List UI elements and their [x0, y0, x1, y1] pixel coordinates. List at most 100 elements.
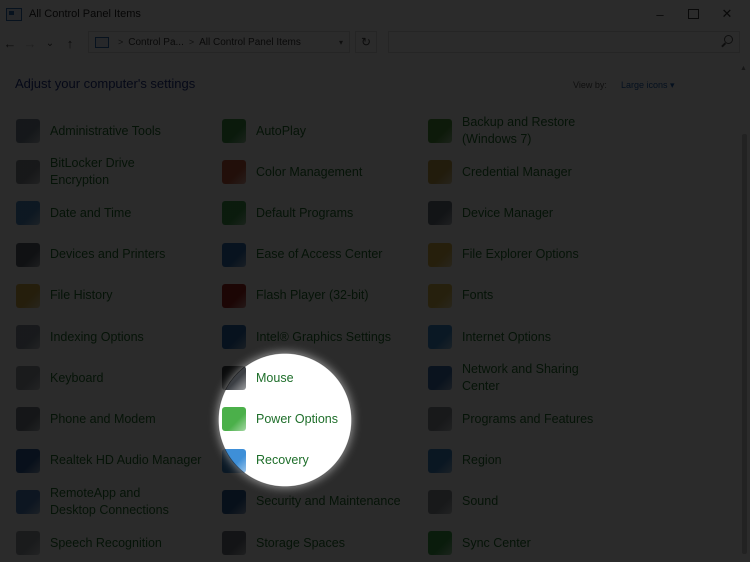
main-content: Adjust your computer's settings View by:…: [0, 62, 750, 562]
sync-center-icon: [428, 531, 452, 555]
control-panel-item[interactable]: Speech Recognition: [16, 526, 162, 560]
intel-graphics-icon: [222, 325, 246, 349]
up-button[interactable]: ↑: [60, 32, 80, 54]
back-button[interactable]: ←: [0, 32, 20, 54]
control-panel-item-label: Indexing Options: [50, 329, 144, 344]
control-panel-item[interactable]: File Explorer Options: [428, 238, 579, 272]
control-panel-item[interactable]: Device Manager: [428, 196, 553, 230]
device-manager-icon: [428, 201, 452, 226]
control-panel-item[interactable]: Sync Center: [428, 526, 531, 560]
control-panel-item-label: Programs and Features: [462, 411, 594, 426]
control-panel-item[interactable]: Backup and Restore (Windows 7): [428, 114, 592, 148]
control-panel-item-label: Color Management: [256, 164, 363, 179]
control-panel-item[interactable]: Ease of Access Center: [222, 238, 382, 272]
control-panel-item[interactable]: Administrative Tools: [16, 114, 161, 148]
address-dropdown-icon[interactable]: ▾: [339, 38, 343, 47]
power-options-icon: [222, 407, 246, 432]
breadcrumb-control-panel[interactable]: Control Pa...: [128, 37, 184, 48]
mouse-icon: [222, 366, 246, 391]
control-panel-item-label: Credential Manager: [462, 164, 572, 179]
title-bar: All Control Panel Items – ✕: [0, 0, 750, 28]
minimize-button[interactable]: –: [643, 0, 677, 28]
control-panel-item[interactable]: Phone and Modem: [16, 402, 156, 436]
recovery-icon: [222, 448, 246, 473]
control-panel-item[interactable]: Internet Options: [428, 320, 551, 354]
indexing-options-icon: [16, 325, 40, 349]
ease-of-access-icon: [222, 242, 246, 267]
view-by-dropdown[interactable]: Large icons: [621, 80, 675, 91]
control-panel-item[interactable]: Programs and Features: [428, 402, 593, 436]
control-panel-item[interactable]: Color Management: [222, 155, 362, 189]
control-panel-item[interactable]: Network and Sharing Center: [428, 361, 592, 395]
control-panel-item-label: Power Options: [256, 411, 338, 426]
control-panel-item[interactable]: Keyboard: [16, 361, 104, 395]
vertical-scrollbar[interactable]: ▲: [738, 62, 750, 562]
search-input[interactable]: [388, 31, 740, 53]
control-panel-item[interactable]: Region: [428, 444, 502, 478]
recent-locations-button[interactable]: ⌄: [40, 32, 60, 54]
control-panel-item[interactable]: Credential Manager: [428, 155, 572, 189]
control-panel-item[interactable]: Mouse: [222, 361, 294, 395]
control-panel-item[interactable]: RemoteApp and Desktop Connections: [16, 485, 180, 519]
control-panel-item[interactable]: Sound: [428, 485, 498, 519]
scrollbar-thumb[interactable]: [742, 134, 747, 554]
control-panel-item-label: RemoteApp and Desktop Connections: [50, 485, 169, 517]
remoteapp-icon: [16, 489, 40, 514]
security-maintenance-icon: [222, 489, 246, 514]
storage-spaces-icon: [222, 531, 246, 555]
control-panel-item[interactable]: Storage Spaces: [222, 526, 345, 560]
control-panel-item-label: Security and Maintenance: [256, 494, 401, 509]
control-panel-item-label: Ease of Access Center: [256, 247, 383, 262]
view-by-label: View by:: [573, 80, 607, 90]
region-icon: [428, 448, 452, 473]
devices-printers-icon: [16, 242, 40, 267]
control-panel-item[interactable]: BitLocker Drive Encryption: [16, 155, 180, 189]
forward-button[interactable]: →: [20, 32, 40, 54]
internet-options-icon: [428, 325, 452, 349]
breadcrumb-separator: >: [188, 37, 195, 47]
control-panel-item[interactable]: Recovery: [222, 444, 309, 478]
control-panel-item[interactable]: File History: [16, 279, 113, 313]
maximize-button[interactable]: [676, 0, 710, 28]
control-panel-item[interactable]: Power Options: [222, 402, 338, 436]
search-icon: [724, 35, 733, 44]
keyboard-icon: [16, 366, 40, 391]
control-panel-item[interactable]: AutoPlay: [222, 114, 306, 148]
control-panel-item[interactable]: Devices and Printers: [16, 238, 165, 272]
flash-player-icon: [222, 283, 246, 308]
refresh-button[interactable]: ↻: [355, 31, 377, 53]
control-panel-item[interactable]: Intel® Graphics Settings: [222, 320, 391, 354]
color-management-icon: [222, 160, 246, 185]
control-panel-item[interactable]: Indexing Options: [16, 320, 144, 354]
breadcrumb-all-items[interactable]: All Control Panel Items: [199, 37, 301, 48]
control-panel-item-label: Mouse: [256, 370, 294, 385]
navigation-bar: ← → ⌄ ↑ > Control Pa... > All Control Pa…: [0, 30, 750, 56]
close-button[interactable]: ✕: [710, 0, 744, 28]
control-panel-item-label: Date and Time: [50, 205, 132, 220]
control-panel-item-label: Network and Sharing Center: [462, 362, 579, 394]
address-bar[interactable]: > Control Pa... > All Control Panel Item…: [88, 31, 350, 53]
window-title: All Control Panel Items: [29, 8, 141, 20]
network-sharing-icon: [428, 366, 452, 391]
control-panel-item-label: Devices and Printers: [50, 247, 166, 262]
control-panel-item[interactable]: Date and Time: [16, 196, 131, 230]
administrative-tools-icon: [16, 119, 40, 143]
file-explorer-options-icon: [428, 242, 452, 267]
control-panel-item-label: Sound: [462, 494, 499, 509]
scroll-up-icon[interactable]: ▲: [740, 65, 747, 72]
control-panel-item[interactable]: Flash Player (32-bit): [222, 279, 369, 313]
programs-features-icon: [428, 407, 452, 432]
realtek-audio-icon: [16, 448, 40, 473]
page-title: Adjust your computer's settings: [15, 76, 196, 91]
control-panel-item[interactable]: Security and Maintenance: [222, 485, 401, 519]
control-panel-item[interactable]: Realtek HD Audio Manager: [16, 444, 201, 478]
control-panel-item-label: Internet Options: [462, 329, 551, 344]
backup-restore-icon: [428, 119, 452, 143]
speech-recognition-icon: [16, 531, 40, 555]
default-programs-icon: [222, 201, 246, 226]
control-panel-icon: [6, 7, 22, 21]
control-panel-item[interactable]: Fonts: [428, 279, 493, 313]
control-panel-item[interactable]: Default Programs: [222, 196, 353, 230]
control-panel-item-label: Realtek HD Audio Manager: [50, 453, 202, 468]
control-panel-item-label: Backup and Restore (Windows 7): [462, 115, 576, 146]
